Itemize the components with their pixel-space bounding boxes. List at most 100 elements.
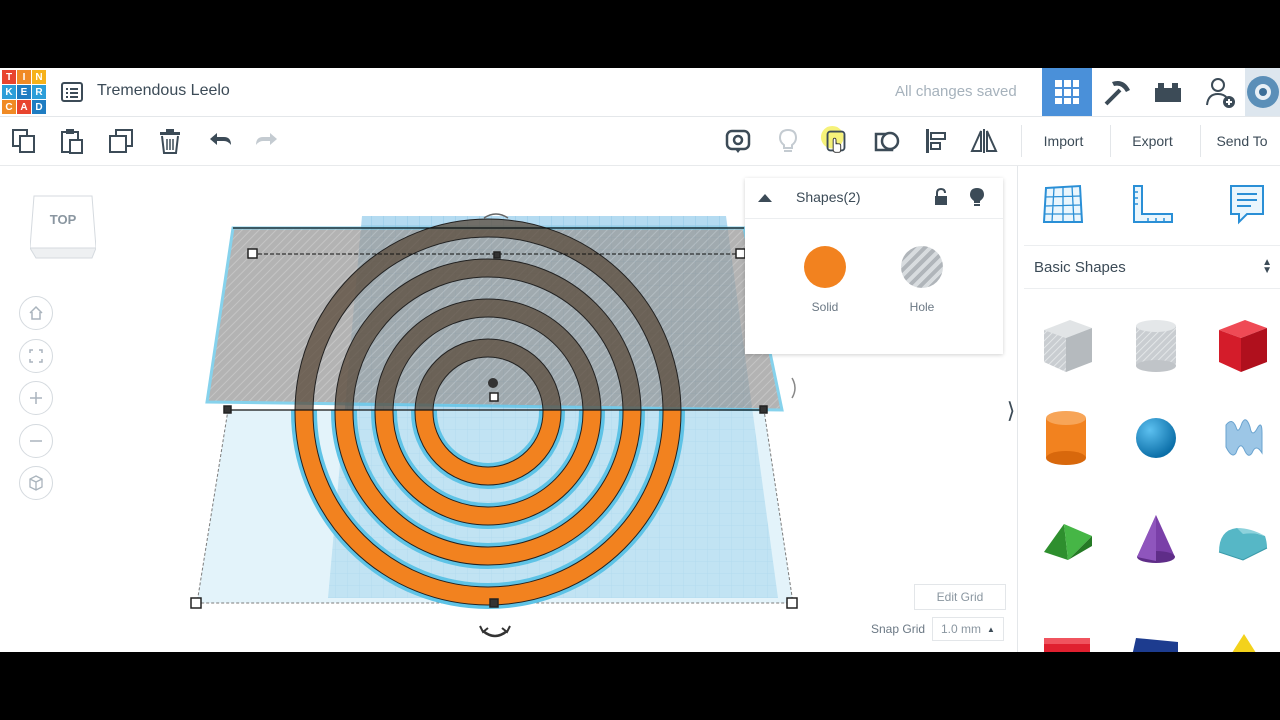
nav-3d-design[interactable]	[1042, 68, 1092, 116]
view-cube[interactable]: TOP	[29, 192, 97, 262]
logo-letter: R	[32, 85, 46, 99]
shapes-sidebar: Basic Shapes ▲ ▼	[1017, 166, 1280, 652]
note-icon	[820, 125, 846, 154]
nav-bricks[interactable]	[1143, 68, 1193, 116]
shape-pyramid-partial[interactable]	[1213, 606, 1273, 652]
import-button[interactable]: Import	[1021, 125, 1105, 157]
workplane-button[interactable]	[871, 125, 903, 157]
plus-icon	[30, 392, 42, 404]
paste-button[interactable]	[56, 125, 88, 157]
copy-icon	[12, 129, 35, 153]
home-view-button[interactable]	[19, 296, 53, 330]
export-button[interactable]: Export	[1110, 125, 1194, 157]
hole-label: Hole	[909, 300, 935, 314]
collapse-sidebar-icon[interactable]: ⟩	[1005, 386, 1016, 436]
logo-letter: D	[32, 100, 46, 114]
cube-outline-icon	[29, 475, 43, 491]
logo-letter: T	[2, 70, 16, 84]
fit-view-button[interactable]	[19, 339, 53, 373]
snap-grid-value: 1.0 mm	[941, 622, 982, 636]
lock-icon[interactable]	[933, 188, 949, 206]
home-icon	[29, 305, 43, 320]
hole-swatch[interactable]	[901, 246, 943, 288]
rotate-arrow-icon[interactable]	[482, 630, 508, 638]
save-status: All changes saved	[895, 83, 1017, 100]
light-button[interactable]	[772, 125, 804, 157]
design-list-icon[interactable]	[60, 80, 84, 104]
view-button[interactable]	[722, 125, 754, 157]
mirror-icon	[970, 129, 998, 153]
design-title[interactable]: Tremendous Leelo	[97, 82, 230, 100]
notes-tool[interactable]	[1223, 180, 1271, 228]
avatar-icon	[1246, 76, 1279, 108]
zoom-out-button[interactable]	[19, 424, 53, 458]
copy-button[interactable]	[8, 125, 40, 157]
shape-sphere[interactable]	[1126, 408, 1186, 468]
shape-category-select[interactable]: Basic Shapes ▲ ▼	[1024, 245, 1280, 289]
workplane-icon	[874, 131, 900, 152]
logo-letter: E	[17, 85, 31, 99]
shape-text-partial[interactable]	[1036, 606, 1096, 652]
perspective-button[interactable]	[19, 466, 53, 500]
delete-icon	[160, 129, 180, 154]
shape-wedge-partial[interactable]	[1124, 606, 1184, 652]
paste-icon	[61, 129, 83, 154]
ruler-icon	[1133, 185, 1173, 223]
snap-grid-select[interactable]: 1.0 mm ▲	[932, 617, 1004, 641]
3d-grid-icon	[1055, 80, 1079, 104]
tinkercad-logo[interactable]: TIN KER CAD	[2, 70, 46, 114]
undo-button[interactable]	[204, 125, 236, 157]
view-icon	[725, 129, 751, 153]
add-user-icon	[1206, 78, 1235, 108]
inspector-title: Shapes(2)	[796, 189, 861, 205]
nav-blocks[interactable]	[1093, 68, 1143, 116]
shape-box[interactable]	[1213, 316, 1273, 376]
notes-icon	[1230, 185, 1264, 225]
logo-letter: C	[2, 100, 16, 114]
workplane-icon	[1042, 184, 1084, 223]
shape-category-value: Basic Shapes	[1034, 258, 1126, 276]
shape-roof[interactable]	[1038, 511, 1098, 571]
light-bulb-icon	[778, 128, 798, 152]
delete-button[interactable]	[154, 125, 186, 157]
edit-grid-button[interactable]: Edit Grid	[914, 584, 1006, 610]
minus-icon	[30, 440, 42, 442]
duplicate-icon	[109, 129, 133, 153]
shape-cone[interactable]	[1126, 511, 1186, 571]
shape-scribble[interactable]	[1213, 408, 1273, 468]
light-bulb-icon[interactable]	[969, 187, 985, 207]
logo-letter: A	[17, 100, 31, 114]
zoom-in-button[interactable]	[19, 381, 53, 415]
undo-icon	[210, 133, 231, 145]
logo-letter: I	[17, 70, 31, 84]
toolbar: Import Export Send To	[0, 117, 1280, 166]
collapse-arrow-icon[interactable]	[757, 192, 773, 204]
send-to-button[interactable]: Send To	[1200, 125, 1280, 157]
ruler-tool[interactable]	[1128, 180, 1176, 228]
align-button[interactable]	[920, 125, 952, 157]
view-cube-label: TOP	[49, 212, 77, 227]
shape-cylinder-hole[interactable]	[1126, 316, 1186, 376]
align-icon	[926, 129, 946, 153]
pickaxe-icon	[1104, 81, 1130, 106]
inspector-header: Shapes(2)	[745, 178, 1003, 219]
shape-cylinder[interactable]	[1036, 408, 1096, 468]
logo-letter: K	[2, 85, 16, 99]
shape-inspector: Shapes(2) Solid Hole	[745, 178, 1003, 354]
brick-icon	[1155, 83, 1181, 102]
mirror-button[interactable]	[968, 125, 1000, 157]
tinkercad-app: TIN KER CAD Tremendous Leelo All changes s…	[0, 68, 1280, 652]
shape-round-roof[interactable]	[1213, 511, 1273, 571]
dropdown-arrow-icon: ▲	[987, 624, 995, 634]
duplicate-button[interactable]	[105, 125, 137, 157]
solid-swatch[interactable]	[804, 246, 846, 288]
fit-view-icon	[29, 349, 43, 363]
select-arrows-icon: ▲ ▼	[1262, 257, 1272, 276]
workplane-tool[interactable]	[1038, 180, 1086, 228]
workplane-canvas[interactable]: TOP Shapes(2) Solid Hole Edit Grid Snap …	[0, 166, 1016, 652]
shape-box-hole[interactable]	[1038, 316, 1098, 376]
user-avatar[interactable]	[1245, 68, 1280, 116]
redo-button[interactable]	[251, 125, 283, 157]
nav-invite[interactable]	[1195, 68, 1245, 116]
note-button[interactable]	[820, 125, 852, 157]
